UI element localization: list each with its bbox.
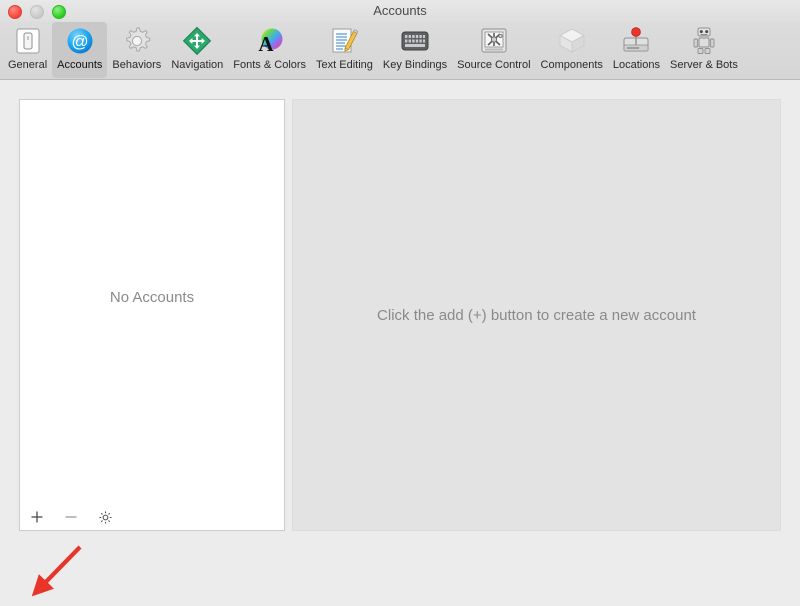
toolbar-item-text-editing[interactable]: Text Editing: [311, 22, 378, 78]
pencil-paper-icon: [327, 24, 361, 58]
titlebar: Accounts: [0, 0, 800, 22]
move-arrows-icon: [180, 24, 214, 58]
toolbar-item-locations[interactable]: Locations: [608, 22, 665, 78]
remove-account-button[interactable]: [62, 508, 80, 526]
annotation-arrow-icon: [31, 545, 82, 597]
toolbar-item-source-control[interactable]: Source Control: [452, 22, 535, 78]
toolbar-item-behaviors[interactable]: Behaviors: [107, 22, 166, 78]
toolbar-item-fonts-and-colors[interactable]: A Fonts & Colors: [228, 22, 311, 78]
accounts-list-panel[interactable]: No Accounts: [19, 99, 285, 531]
toolbar-label-accounts: Accounts: [57, 59, 103, 71]
traffic-lights: [8, 5, 66, 19]
svg-text:A: A: [258, 32, 274, 56]
package-box-icon: [555, 24, 589, 58]
svg-text:@: @: [71, 32, 88, 51]
account-options-button[interactable]: [96, 508, 114, 526]
toolbar-item-key-bindings[interactable]: Key Bindings: [378, 22, 452, 78]
minus-icon: [65, 516, 77, 518]
toolbar-label-navigation: Navigation: [171, 59, 224, 71]
window-title: Accounts: [373, 3, 427, 18]
toolbar-item-navigation[interactable]: Navigation: [166, 22, 228, 78]
safe-vault-icon: [477, 24, 511, 58]
toolbar-label-source-control: Source Control: [457, 59, 531, 71]
close-window-button[interactable]: [8, 5, 22, 19]
keyboard-icon: [398, 24, 432, 58]
minimize-window-button[interactable]: [30, 5, 44, 19]
preferences-content: No Accounts Click the add (+) button to …: [0, 80, 800, 597]
toolbar-item-general[interactable]: General: [3, 22, 52, 78]
add-account-hint: Click the add (+) button to create a new…: [377, 306, 696, 324]
toolbar-item-components[interactable]: Components: [536, 22, 608, 78]
hard-drive-pin-icon: [619, 24, 653, 58]
general-icon: [11, 24, 45, 58]
toolbar-item-accounts[interactable]: @ Accounts: [52, 22, 108, 78]
zoom-window-button[interactable]: [52, 5, 66, 19]
add-account-button[interactable]: [28, 508, 46, 526]
toolbar-label-behaviors: Behaviors: [112, 59, 162, 71]
toolbar-label-components: Components: [540, 59, 603, 71]
toolbar-item-server-and-bots[interactable]: Server & Bots: [665, 22, 743, 78]
account-detail-panel: Click the add (+) button to create a new…: [292, 99, 781, 531]
robot-icon: [687, 24, 721, 58]
gear-icon: [99, 511, 111, 523]
color-wheel-a-icon: A: [253, 24, 287, 58]
plus-icon: [31, 511, 43, 523]
toolbar-label-key-bindings: Key Bindings: [382, 59, 448, 71]
accounts-list-footer: [20, 503, 284, 530]
toolbar-label-locations: Locations: [612, 59, 660, 71]
no-accounts-message: No Accounts: [109, 288, 195, 306]
toolbar-label-text-editing: Text Editing: [316, 59, 373, 71]
toolbar-label-server-and-bots: Server & Bots: [669, 59, 738, 71]
gear-icon: [120, 24, 154, 58]
toolbar-label-general: General: [8, 59, 48, 71]
toolbar-label-fonts-and-colors: Fonts & Colors: [233, 59, 307, 71]
at-sign-icon: @: [63, 24, 97, 58]
preferences-window: Accounts General @ Accounts Behaviors Na…: [0, 0, 800, 597]
preferences-toolbar: General @ Accounts Behaviors Navigation …: [0, 22, 800, 80]
